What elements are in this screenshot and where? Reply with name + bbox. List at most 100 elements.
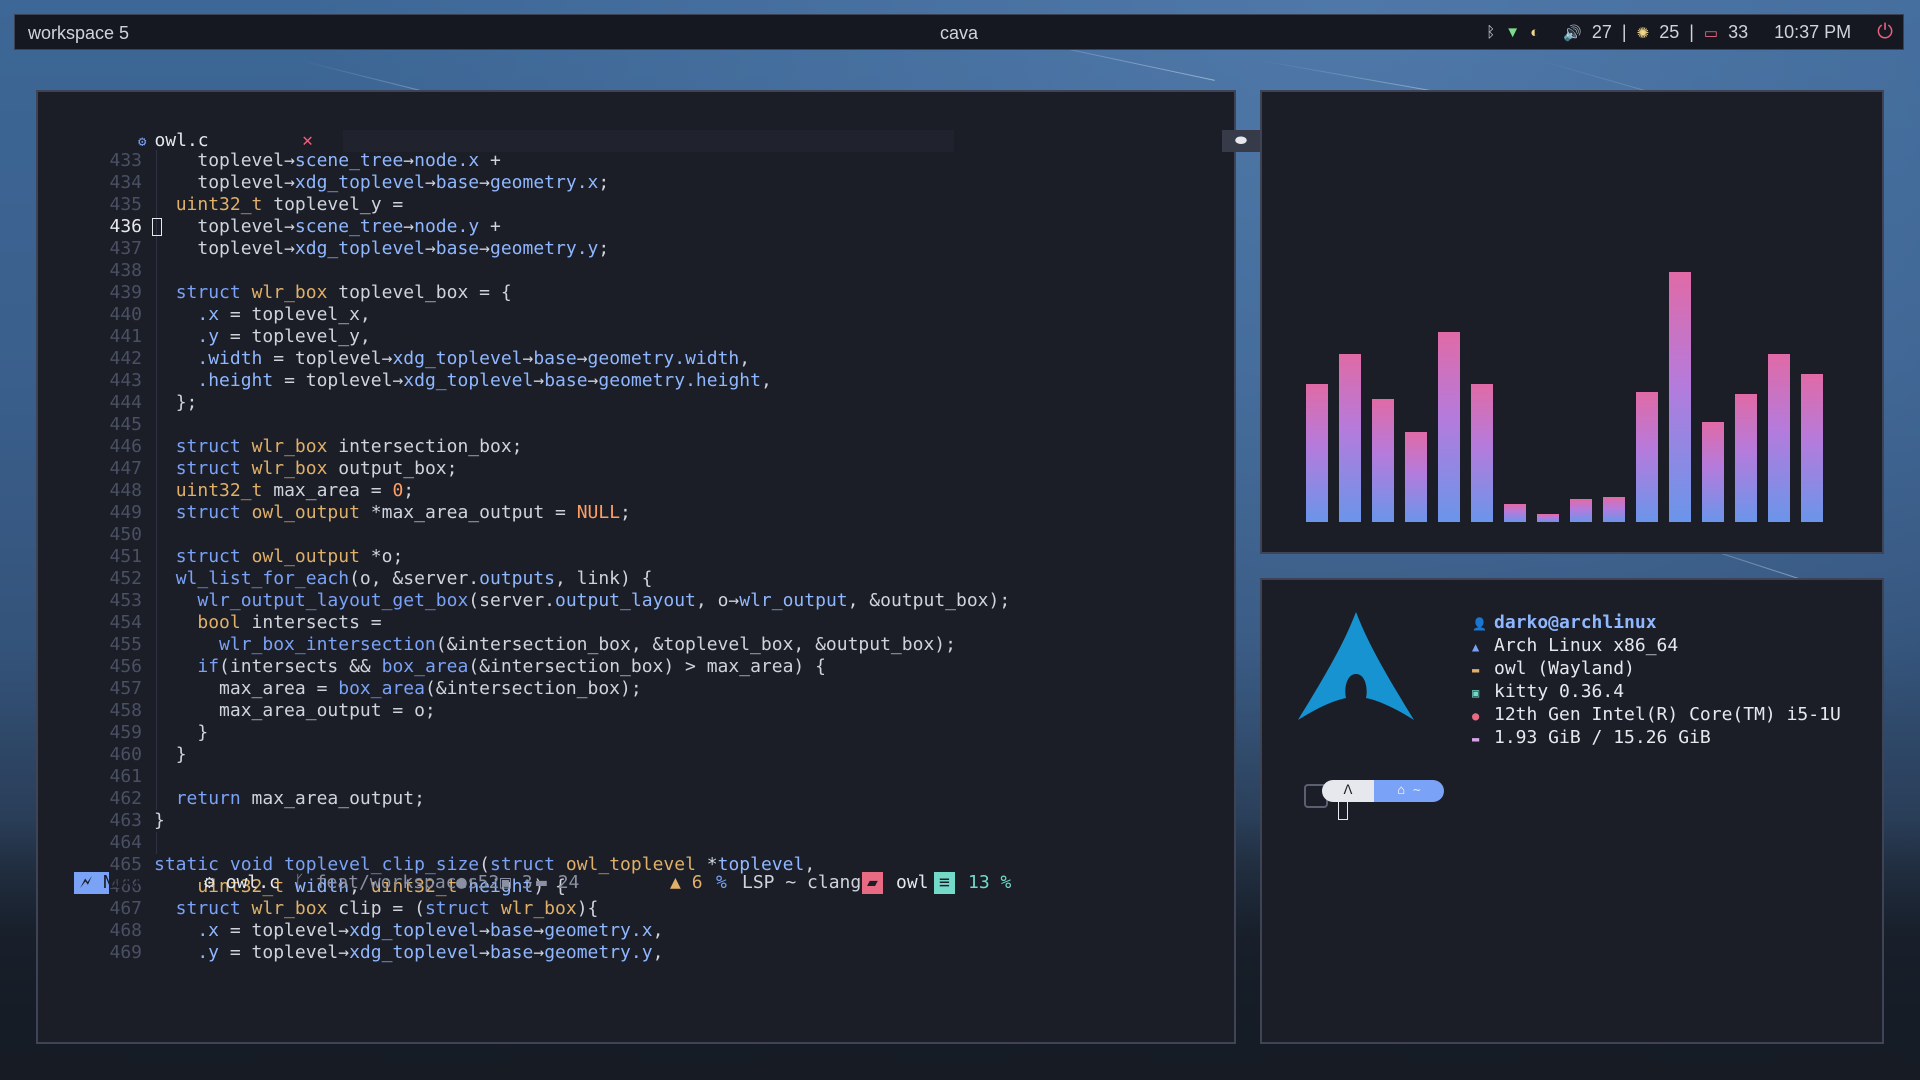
code-line[interactable]: 463}	[38, 810, 1234, 832]
power-icon[interactable]: ⏻	[1877, 21, 1893, 44]
code-token: xdg_toplevel	[349, 942, 480, 963]
code-line[interactable]: 452 wl_list_for_each(o, &server.outputs,…	[38, 568, 1234, 590]
code-line[interactable]: 433 toplevel→scene_tree→node.x +	[38, 150, 1234, 172]
removed-count: 24	[557, 872, 580, 893]
code-token: toplevel	[175, 238, 285, 259]
code-text: return max_area_output;	[154, 788, 425, 810]
code-line[interactable]: 437 toplevel→xdg_toplevel→base→geometry.…	[38, 238, 1234, 260]
code-line[interactable]: 448 uint32_t max_area = 0;	[38, 480, 1234, 502]
code-line[interactable]: 453 wlr_output_layout_get_box(server.out…	[38, 590, 1234, 612]
code-line[interactable]: 468 .x = toplevel→xdg_toplevel→base→geom…	[38, 920, 1234, 942]
code-line[interactable]: 449 struct owl_output *max_area_output =…	[38, 502, 1234, 524]
close-tab-icon[interactable]: ✕	[302, 130, 313, 151]
code-token: →	[533, 942, 545, 963]
code-line[interactable]: 445	[38, 414, 1234, 436]
line-number: 459	[109, 722, 142, 743]
battery-icon[interactable]: ▭	[1704, 24, 1718, 42]
separator: |	[1689, 22, 1694, 42]
editor-window[interactable]: ⚙owl.c ✕ ⬬ ✕ 433 toplevel→scene_tree→nod…	[36, 90, 1300, 1044]
line-number: 447	[109, 458, 142, 479]
code-token: scene_tree	[294, 216, 404, 237]
code-line[interactable]: 456 if(intersects && box_area(&intersect…	[38, 656, 1234, 678]
code-token: NULL	[576, 502, 621, 523]
code-text: .x = toplevel→xdg_toplevel→base→geometry…	[154, 920, 663, 942]
code-token: wlr_output_layout_get_box	[175, 590, 469, 611]
fastfetch-window[interactable]: 👤 darko@archlinux ▲ Arch Linux x86_64 ▬ owl…	[1260, 578, 1884, 1044]
code-token: →	[403, 216, 415, 237]
code-line[interactable]: 460 }	[38, 744, 1234, 766]
code-token: .width	[175, 348, 263, 369]
code-token: .x	[154, 920, 220, 941]
line-number: 435	[109, 194, 142, 215]
code-token: xdg_toplevel	[403, 370, 534, 391]
memory-label: 1.93 GiB / 15.26 GiB	[1494, 727, 1711, 748]
code-line[interactable]: 450	[38, 524, 1234, 546]
code-token: →	[479, 920, 490, 941]
volume-icon[interactable]: 🔊	[1563, 24, 1582, 42]
code-line[interactable]: 454 bool intersects =	[38, 612, 1234, 634]
git-branch: ᚴ feat/workspaces	[294, 872, 479, 893]
code-line[interactable]: 457 max_area = box_area(&intersection_bo…	[38, 678, 1234, 700]
code-line[interactable]: 434 toplevel→xdg_toplevel→base→geometry.…	[38, 172, 1234, 194]
code-text: };	[154, 392, 198, 414]
code-token: };	[175, 392, 198, 413]
code-token: ,	[652, 920, 664, 941]
code-line[interactable]: 439 struct wlr_box toplevel_box = {	[38, 282, 1234, 304]
code-token: clip = (	[327, 898, 425, 919]
code-line[interactable]: 451 struct owl_output *o;	[38, 546, 1234, 568]
code-line[interactable]: 455 wlr_box_intersection(&intersection_b…	[38, 634, 1234, 656]
terminal-label: kitty 0.36.4	[1494, 681, 1625, 702]
code-area[interactable]: 433 toplevel→scene_tree→node.x +434 topl…	[38, 150, 1234, 964]
code-text: toplevel→scene_tree→node.x +	[154, 150, 501, 172]
code-token: uint32_t	[175, 194, 263, 215]
code-line[interactable]: 435 uint32_t toplevel_y =	[38, 194, 1234, 216]
code-token: →	[284, 238, 295, 259]
code-token: .x	[175, 304, 220, 325]
tab-owl-c[interactable]: ⚙ owl.c ✕	[138, 130, 313, 152]
code-token: if	[175, 656, 220, 677]
line-number: 434	[109, 172, 142, 193]
code-line[interactable]: 443 .height = toplevel→xdg_toplevel→base…	[38, 370, 1234, 392]
code-line[interactable]: 436 toplevel→scene_tree→node.y +	[38, 216, 1234, 238]
cava-window[interactable]	[1260, 90, 1884, 554]
warning-count[interactable]: ▲ 6	[670, 872, 703, 894]
code-token: (server.	[468, 590, 555, 611]
code-line[interactable]: 444 };	[38, 392, 1234, 414]
code-token: (o, &server.	[349, 568, 480, 589]
code-line[interactable]: 447 struct wlr_box output_box;	[38, 458, 1234, 480]
changed-count: 3	[521, 872, 533, 893]
code-line[interactable]: 464	[38, 832, 1234, 854]
code-token: wlr_box	[251, 458, 328, 479]
bluetooth-icon[interactable]: ᛒ	[1486, 24, 1495, 41]
separator: |	[1621, 22, 1627, 42]
code-line[interactable]: 446 struct wlr_box intersection_box;	[38, 436, 1234, 458]
line-number: 453	[109, 590, 142, 611]
moon-icon[interactable]: ◐	[1530, 24, 1539, 41]
wifi-icon[interactable]: ▼	[1505, 24, 1520, 41]
code-line[interactable]: 458 max_area_output = o;	[38, 700, 1234, 722]
code-line[interactable]: 461	[38, 766, 1234, 788]
code-token: toplevel	[175, 172, 285, 193]
arch-logo-icon	[1298, 612, 1414, 720]
code-line[interactable]: 459 }	[38, 722, 1234, 744]
code-line[interactable]: 467 struct wlr_box clip = (struct wlr_bo…	[38, 898, 1234, 920]
code-line[interactable]: 442 .width = toplevel→xdg_toplevel→base→…	[38, 348, 1234, 370]
code-token: ;	[620, 502, 631, 523]
code-line[interactable]: 462 return max_area_output;	[38, 788, 1234, 810]
visualizer-bar	[1669, 272, 1691, 522]
code-line[interactable]: 441 .y = toplevel_y,	[38, 326, 1234, 348]
code-line[interactable]: 469 .y = toplevel→xdg_toplevel→base→geom…	[38, 942, 1234, 964]
code-token: →	[424, 238, 436, 259]
code-token: box_area	[338, 678, 425, 699]
window-icon: ▬	[1472, 663, 1480, 677]
toggle-icon[interactable]: ⬬	[1222, 130, 1260, 152]
brightness-icon[interactable]: ✺	[1637, 24, 1650, 42]
line-number: 458	[109, 700, 142, 721]
code-line[interactable]: 438	[38, 260, 1234, 282]
mode-indicator: 🗲 NORMAL	[74, 872, 168, 894]
code-line[interactable]: 440 .x = toplevel_x,	[38, 304, 1234, 326]
code-token: →	[392, 370, 404, 391]
